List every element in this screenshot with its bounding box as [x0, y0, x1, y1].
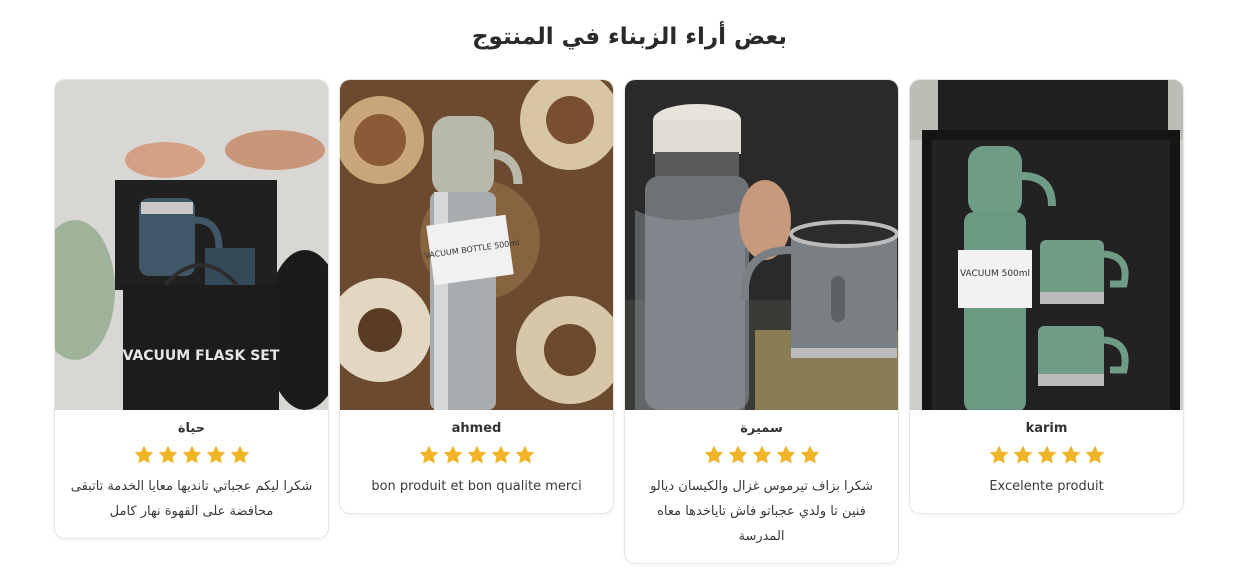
star-icon	[1037, 445, 1056, 464]
star-icon	[1061, 445, 1080, 464]
star-icon	[704, 445, 723, 464]
star-icon	[989, 445, 1008, 464]
star-icon	[158, 445, 177, 464]
bottle-label-text: VACUUM 500ml	[960, 269, 1030, 279]
star-icon	[1013, 445, 1032, 464]
review-comment: Excelente produit	[989, 479, 1104, 494]
star-icon	[182, 445, 201, 464]
rating-stars	[354, 444, 599, 468]
star-icon	[515, 445, 534, 464]
rating-stars	[639, 444, 884, 468]
rating-stars	[69, 444, 314, 468]
review-photo[interactable]: VACUUM FLASK SET	[55, 80, 328, 410]
star-icon	[443, 445, 462, 464]
rating-stars	[924, 444, 1169, 468]
star-icon	[419, 445, 438, 464]
star-icon	[752, 445, 771, 464]
reviews-section: بعض أراء الزبناء في المنتوج VACUUM 500ml	[0, 0, 1259, 567]
review-photo[interactable]: VACUUM 500ml	[910, 80, 1183, 410]
review-card: VACUUM BOTTLE 500ml ahmed bon produit et…	[340, 80, 613, 513]
review-card: VACUUM 500ml karim Excelente produit	[910, 80, 1183, 513]
star-icon	[134, 445, 153, 464]
reviewer-name: ahmed	[451, 421, 502, 436]
star-icon	[230, 445, 249, 464]
review-photo[interactable]: VACUUM BOTTLE 500ml	[340, 80, 613, 410]
review-card: سميرة شكرا بزاف تيرموس غزال والكيسان ديا…	[625, 80, 898, 563]
review-card: VACUUM FLASK SET حياة شكرا ليكم عجباتي ت…	[55, 80, 328, 538]
star-icon	[467, 445, 486, 464]
review-photo[interactable]	[625, 80, 898, 410]
star-icon	[206, 445, 225, 464]
star-icon	[728, 445, 747, 464]
star-icon	[800, 445, 819, 464]
star-icon	[776, 445, 795, 464]
review-comment: bon produit et bon qualite merci	[371, 479, 582, 494]
review-comment: شكرا ليكم عجباتي تانديها معايا الخدمة تا…	[70, 479, 313, 519]
review-comment: شكرا بزاف تيرموس غزال والكيسان ديالو فني…	[650, 479, 873, 544]
review-cards: VACUUM 500ml karim Excelente produit سمي…	[54, 80, 1183, 563]
star-icon	[491, 445, 510, 464]
section-title: بعض أراء الزبناء في المنتوج	[471, 24, 788, 50]
reviewer-name: karim	[1025, 421, 1068, 436]
star-icon	[1085, 445, 1104, 464]
reviewer-name: حياة	[177, 421, 206, 436]
reviewer-name: سميرة	[740, 421, 783, 436]
box-label-text: VACUUM FLASK SET	[123, 348, 280, 364]
